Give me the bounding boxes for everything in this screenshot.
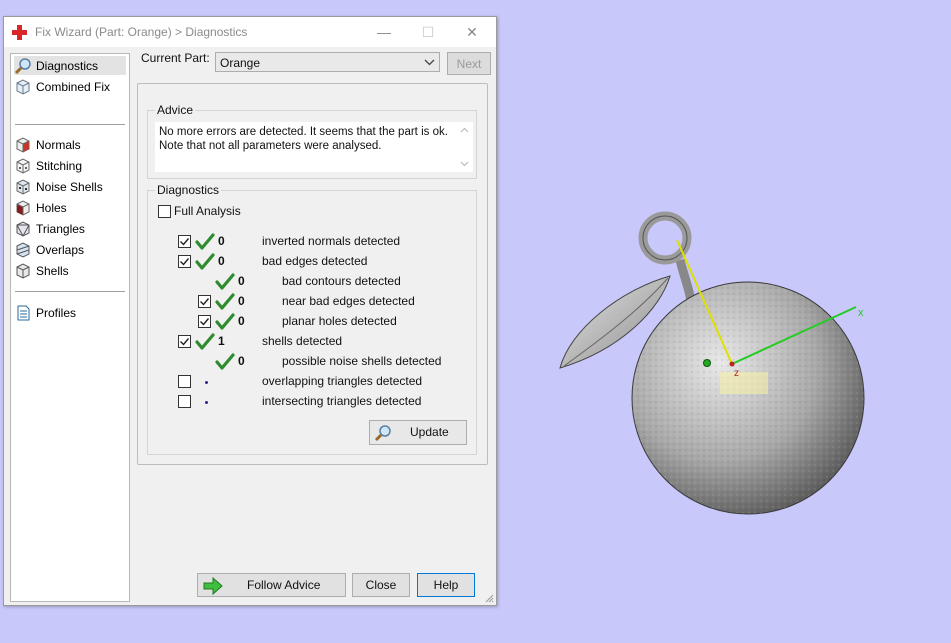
current-part-value: Orange [220, 56, 261, 70]
pivot-marker [703, 359, 711, 367]
highlight-patch [720, 372, 768, 394]
diagnostics-title: Diagnostics [155, 183, 222, 197]
resize-grip-icon[interactable] [484, 593, 494, 603]
row-checkbox[interactable] [198, 295, 211, 308]
row-count: 1 [218, 334, 225, 348]
current-part-label: Current Part: [141, 51, 210, 65]
green-checkmark-icon [195, 253, 215, 270]
sidebar-item-stitching[interactable]: Stitching [14, 156, 126, 175]
next-button[interactable]: Next [447, 52, 491, 75]
help-button[interactable]: Help [417, 573, 475, 597]
sidebar-divider [15, 124, 125, 125]
green-checkmark-icon [215, 273, 235, 290]
sidebar-item-combined-fix[interactable]: Combined Fix [14, 77, 126, 96]
noise-shells-icon [16, 178, 30, 195]
status-dot-icon [205, 401, 208, 404]
row-count: 0 [238, 354, 245, 368]
advice-scrollbar[interactable] [456, 122, 473, 170]
sidebar-item-triangles[interactable]: Triangles [14, 219, 126, 238]
row-description: possible noise shells detected [282, 354, 442, 368]
minimize-button[interactable]: — [372, 21, 396, 43]
title-bar[interactable]: Fix Wizard (Part: Orange) > Diagnostics … [4, 17, 496, 47]
document-icon [17, 305, 30, 320]
update-button[interactable]: Update [369, 420, 467, 445]
overlaps-icon [16, 241, 30, 258]
row-count: 0 [218, 234, 225, 248]
fix-wizard-window: Fix Wizard (Part: Orange) > Diagnostics … [3, 16, 497, 606]
green-checkmark-icon [215, 293, 235, 310]
follow-advice-button[interactable]: Follow Advice [197, 573, 346, 597]
sidebar-item-diagnostics[interactable]: Diagnostics [14, 56, 126, 75]
sidebar-item-profiles[interactable]: Profiles [14, 303, 126, 322]
row-description: shells detected [262, 334, 343, 348]
triangles-icon [16, 220, 30, 237]
sidebar-item-overlaps[interactable]: Overlaps [14, 240, 126, 259]
row-checkbox[interactable] [178, 335, 191, 348]
row-checkbox[interactable] [178, 235, 191, 248]
row-description: bad contours detected [282, 274, 401, 288]
magnifier-icon [374, 425, 391, 442]
orange-model[interactable] [559, 211, 865, 515]
row-count: 0 [238, 274, 245, 288]
red-cross-icon [12, 25, 27, 40]
row-checkbox[interactable] [178, 255, 191, 268]
normals-cube-icon [16, 136, 30, 153]
close-button[interactable]: Close [352, 573, 410, 597]
z-axis-label: z [734, 368, 739, 379]
sidebar-item-shells[interactable]: Shells [14, 261, 126, 280]
orange-texture [632, 282, 864, 514]
row-description: bad edges detected [262, 254, 368, 268]
shells-icon [16, 262, 30, 279]
sidebar-item-noise-shells[interactable]: Noise Shells [14, 177, 126, 196]
row-count: 0 [238, 294, 245, 308]
close-window-button[interactable]: ✕ [460, 21, 484, 43]
row-description: intersecting triangles detected [262, 394, 422, 408]
row-description: planar holes detected [282, 314, 397, 328]
sidebar-item-holes[interactable]: Holes [14, 198, 126, 217]
holes-cube-icon [16, 199, 30, 216]
window-title: Fix Wizard (Part: Orange) > Diagnostics [35, 25, 248, 39]
magnifier-icon [14, 57, 31, 74]
row-checkbox[interactable] [178, 375, 191, 388]
scroll-arrows-icon [460, 127, 469, 167]
row-checkbox[interactable] [198, 315, 211, 328]
row-checkbox[interactable] [178, 395, 191, 408]
stitching-cube-icon [16, 157, 30, 174]
maximize-button[interactable]: ☐ [416, 21, 440, 43]
current-part-select[interactable]: Orange [215, 52, 440, 72]
cube-icon [16, 78, 30, 95]
advice-title: Advice [155, 103, 196, 117]
viewport-3d[interactable]: x z [540, 190, 880, 520]
full-analysis-checkbox[interactable] [158, 205, 171, 218]
advice-text: No more errors are detected. It seems th… [159, 126, 448, 152]
row-description: near bad edges detected [282, 294, 415, 308]
row-description: inverted normals detected [262, 234, 401, 248]
sidebar: Diagnostics Combined Fix Normals Stitchi… [10, 53, 130, 602]
origin-point [729, 361, 735, 367]
green-checkmark-icon [195, 333, 215, 350]
row-count: 0 [218, 254, 225, 268]
green-arrow-icon [203, 577, 223, 595]
green-checkmark-icon [195, 233, 215, 250]
green-checkmark-icon [215, 313, 235, 330]
status-dot-icon [205, 381, 208, 384]
green-checkmark-icon [215, 353, 235, 370]
stem-loop-edge [642, 215, 688, 261]
x-axis-label: x [858, 307, 864, 319]
advice-textbox[interactable]: No more errors are detected. It seems th… [155, 122, 473, 172]
sidebar-item-normals[interactable]: Normals [14, 135, 126, 154]
full-analysis-label: Full Analysis [174, 204, 241, 218]
row-count: 0 [238, 314, 245, 328]
sidebar-divider [15, 291, 125, 292]
chevron-down-icon [424, 59, 435, 66]
row-description: overlapping triangles detected [262, 374, 423, 388]
